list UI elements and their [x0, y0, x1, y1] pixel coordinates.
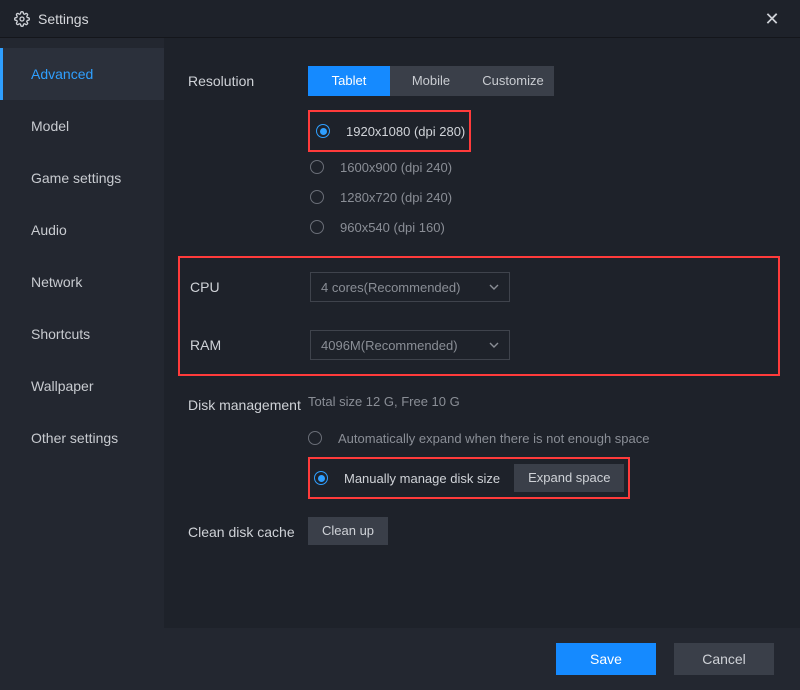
expand-space-button[interactable]: Expand space [514, 464, 624, 492]
sidebar-item-wallpaper[interactable]: Wallpaper [0, 360, 164, 412]
disk-label: Disk management [188, 390, 308, 414]
sidebar-item-network[interactable]: Network [0, 256, 164, 308]
clean-label: Clean disk cache [188, 517, 308, 541]
sidebar-item-game-settings[interactable]: Game settings [0, 152, 164, 204]
sidebar-item-audio[interactable]: Audio [0, 204, 164, 256]
chevron-down-icon [489, 340, 499, 350]
tab-mobile[interactable]: Mobile [390, 66, 472, 96]
titlebar: Settings ✕ [0, 0, 800, 38]
disk-info: Total size 12 G, Free 10 G [308, 390, 780, 409]
disk-row: Disk management Total size 12 G, Free 10… [188, 390, 780, 499]
ram-label: RAM [184, 330, 310, 354]
highlight-disk-manual: Manually manage disk size Expand space [308, 457, 630, 499]
highlight-cpu-ram: CPU 4 cores(Recommended) RAM [178, 256, 780, 376]
footer: Save Cancel [0, 628, 800, 690]
resolution-options: 1920x1080 (dpi 280) 1600x900 (dpi 240) 1… [308, 110, 780, 242]
resolution-row: Resolution Tablet Mobile Customize 1920x… [188, 66, 780, 242]
sidebar-item-model[interactable]: Model [0, 100, 164, 152]
sidebar-item-label: Model [31, 118, 69, 134]
resolution-option-1600[interactable]: 1600x900 (dpi 240) [310, 152, 780, 182]
sidebar-item-label: Game settings [31, 170, 121, 186]
ram-row: RAM 4096M(Recommended) [184, 330, 760, 360]
sidebar-item-other-settings[interactable]: Other settings [0, 412, 164, 464]
close-icon[interactable]: ✕ [758, 10, 786, 28]
radio-icon [314, 471, 328, 485]
radio-icon [308, 431, 322, 445]
resolution-option-960[interactable]: 960x540 (dpi 160) [310, 212, 780, 242]
sidebar-item-label: Network [31, 274, 82, 290]
resolution-option-1920[interactable]: 1920x1080 (dpi 280) [316, 116, 465, 146]
ram-dropdown[interactable]: 4096M(Recommended) [310, 330, 510, 360]
tab-tablet[interactable]: Tablet [308, 66, 390, 96]
radio-icon [310, 220, 324, 234]
clean-row: Clean disk cache Clean up [188, 517, 780, 545]
tab-customize[interactable]: Customize [472, 66, 554, 96]
cpu-dropdown[interactable]: 4 cores(Recommended) [310, 272, 510, 302]
sidebar-item-label: Wallpaper [31, 378, 94, 394]
resolution-mode-tabs: Tablet Mobile Customize [308, 66, 554, 96]
resolution-label: Resolution [188, 66, 308, 90]
sidebar-item-label: Other settings [31, 430, 118, 446]
sidebar-item-advanced[interactable]: Advanced [0, 48, 164, 100]
highlight-resolution: 1920x1080 (dpi 280) [308, 110, 471, 152]
window-title: Settings [38, 11, 89, 27]
sidebar: Advanced Model Game settings Audio Netwo… [0, 38, 164, 628]
radio-icon [310, 190, 324, 204]
sidebar-item-label: Audio [31, 222, 67, 238]
save-button[interactable]: Save [556, 643, 656, 675]
disk-auto-option[interactable]: Automatically expand when there is not e… [308, 421, 780, 455]
main-panel: Resolution Tablet Mobile Customize 1920x… [164, 38, 800, 628]
sidebar-item-label: Advanced [31, 66, 93, 82]
cpu-row: CPU 4 cores(Recommended) [184, 272, 760, 302]
radio-icon [310, 160, 324, 174]
clean-up-button[interactable]: Clean up [308, 517, 388, 545]
sidebar-item-shortcuts[interactable]: Shortcuts [0, 308, 164, 360]
cpu-label: CPU [184, 272, 310, 296]
resolution-option-1280[interactable]: 1280x720 (dpi 240) [310, 182, 780, 212]
sidebar-item-label: Shortcuts [31, 326, 90, 342]
settings-icon [14, 11, 30, 27]
disk-manual-option[interactable]: Manually manage disk size Expand space [314, 463, 624, 493]
cancel-button[interactable]: Cancel [674, 643, 774, 675]
radio-icon [316, 124, 330, 138]
chevron-down-icon [489, 282, 499, 292]
